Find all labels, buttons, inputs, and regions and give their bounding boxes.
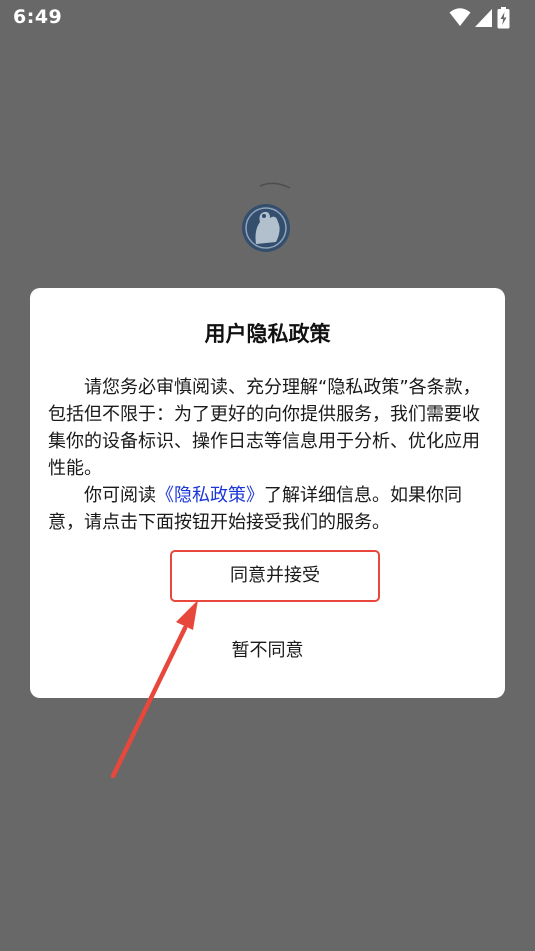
status-time: 6:49 [13, 6, 63, 28]
dialog-title: 用户隐私政策 [204, 322, 331, 346]
privacy-paragraph-2: 你可阅读《隐私政策》了解详细信息。如果你同意，请点击下面按钮开始接受我们的服务。 [48, 482, 488, 536]
signal-icon [475, 9, 492, 27]
wifi-icon [449, 8, 471, 26]
agree-button[interactable]: 同意并接受 [170, 550, 380, 602]
battery-charging-icon [497, 7, 510, 29]
paragraph-2-prefix: 你可阅读 [84, 485, 156, 506]
status-bar: 6:49 [0, 0, 535, 36]
app-logo [238, 180, 298, 256]
privacy-policy-link[interactable]: 《隐私政策》 [156, 485, 264, 506]
privacy-paragraph-1: 请您务必审慎阅读、充分理解“隐私政策”各条款，包括但不限于：为了更好的向你提供服… [48, 377, 481, 479]
decline-button[interactable]: 暂不同意 [170, 632, 365, 666]
dialog-body: 请您务必审慎阅读、充分理解“隐私政策”各条款，包括但不限于：为了更好的向你提供服… [48, 374, 488, 536]
camel-logo-icon [242, 182, 291, 252]
privacy-dialog: 用户隐私政策 请您务必审慎阅读、充分理解“隐私政策”各条款，包括但不限于：为了更… [30, 288, 505, 698]
